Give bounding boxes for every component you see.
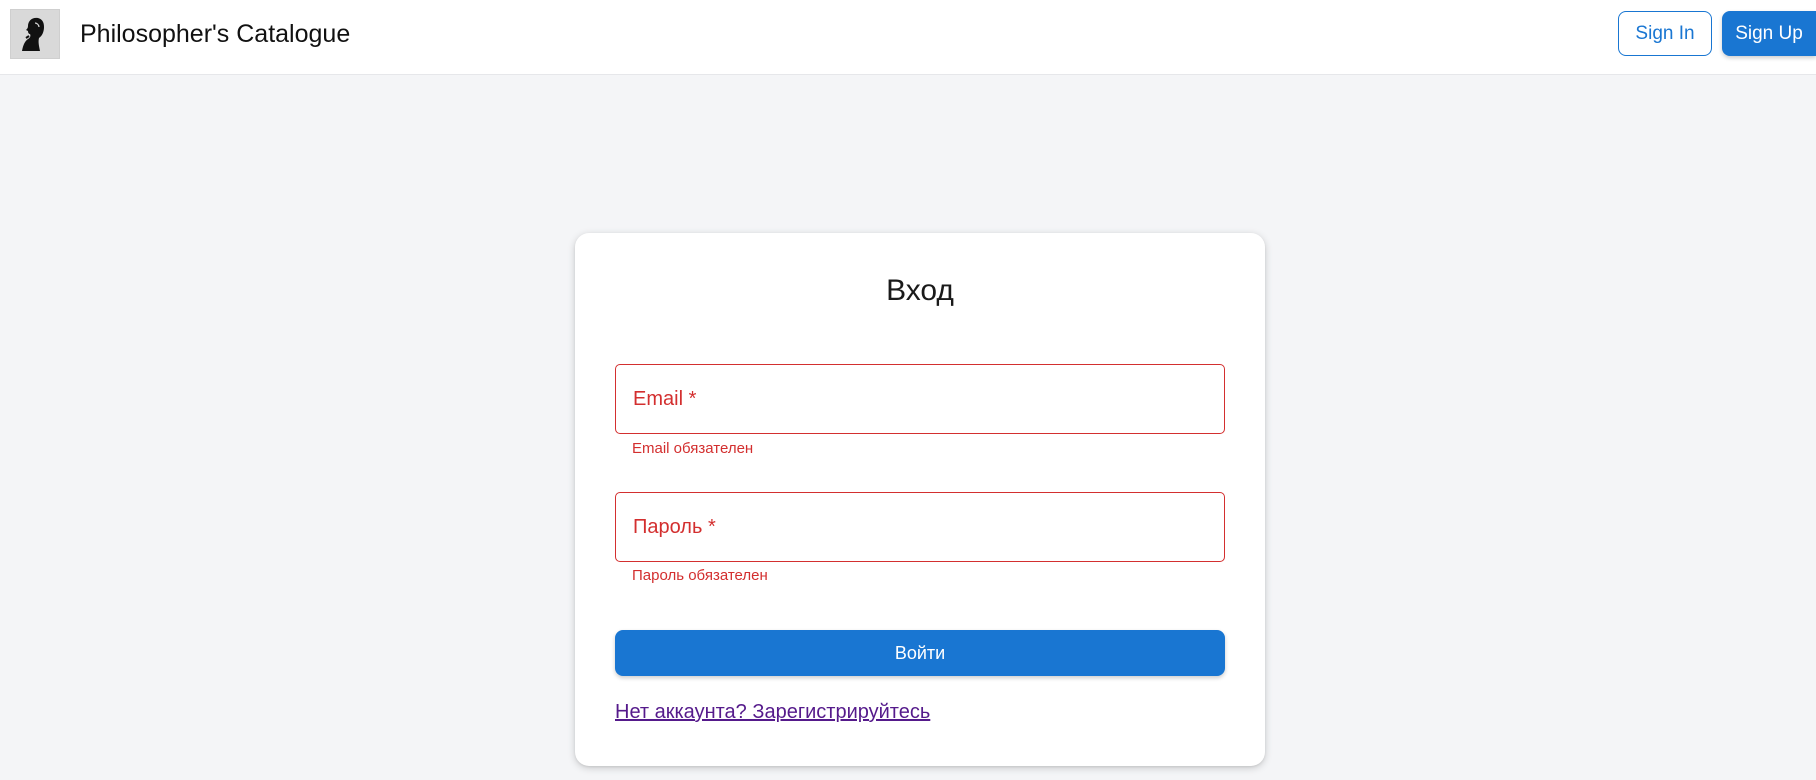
philosopher-portrait-icon[interactable] xyxy=(10,9,60,59)
password-field[interactable]: Пароль * xyxy=(615,492,1225,562)
email-error-text: Email обязателен xyxy=(632,440,754,457)
app-header: Philosopher's Catalogue Sign In Sign Up xyxy=(0,0,1816,75)
sign-in-button[interactable]: Sign In xyxy=(1618,11,1712,56)
app-title: Philosopher's Catalogue xyxy=(80,20,351,48)
password-error-text: Пароль обязателен xyxy=(632,567,768,584)
email-input[interactable] xyxy=(616,365,1224,433)
login-card: Вход Email * Email обязателен Пароль * П… xyxy=(575,233,1265,766)
email-field[interactable]: Email * xyxy=(615,364,1225,434)
password-input[interactable] xyxy=(616,493,1224,561)
login-submit-button[interactable]: Войти xyxy=(615,630,1225,676)
register-link[interactable]: Нет аккаунта? Зарегистрируйтесь xyxy=(615,700,930,724)
login-title: Вход xyxy=(886,274,954,307)
sign-up-button[interactable]: Sign Up xyxy=(1722,11,1816,56)
